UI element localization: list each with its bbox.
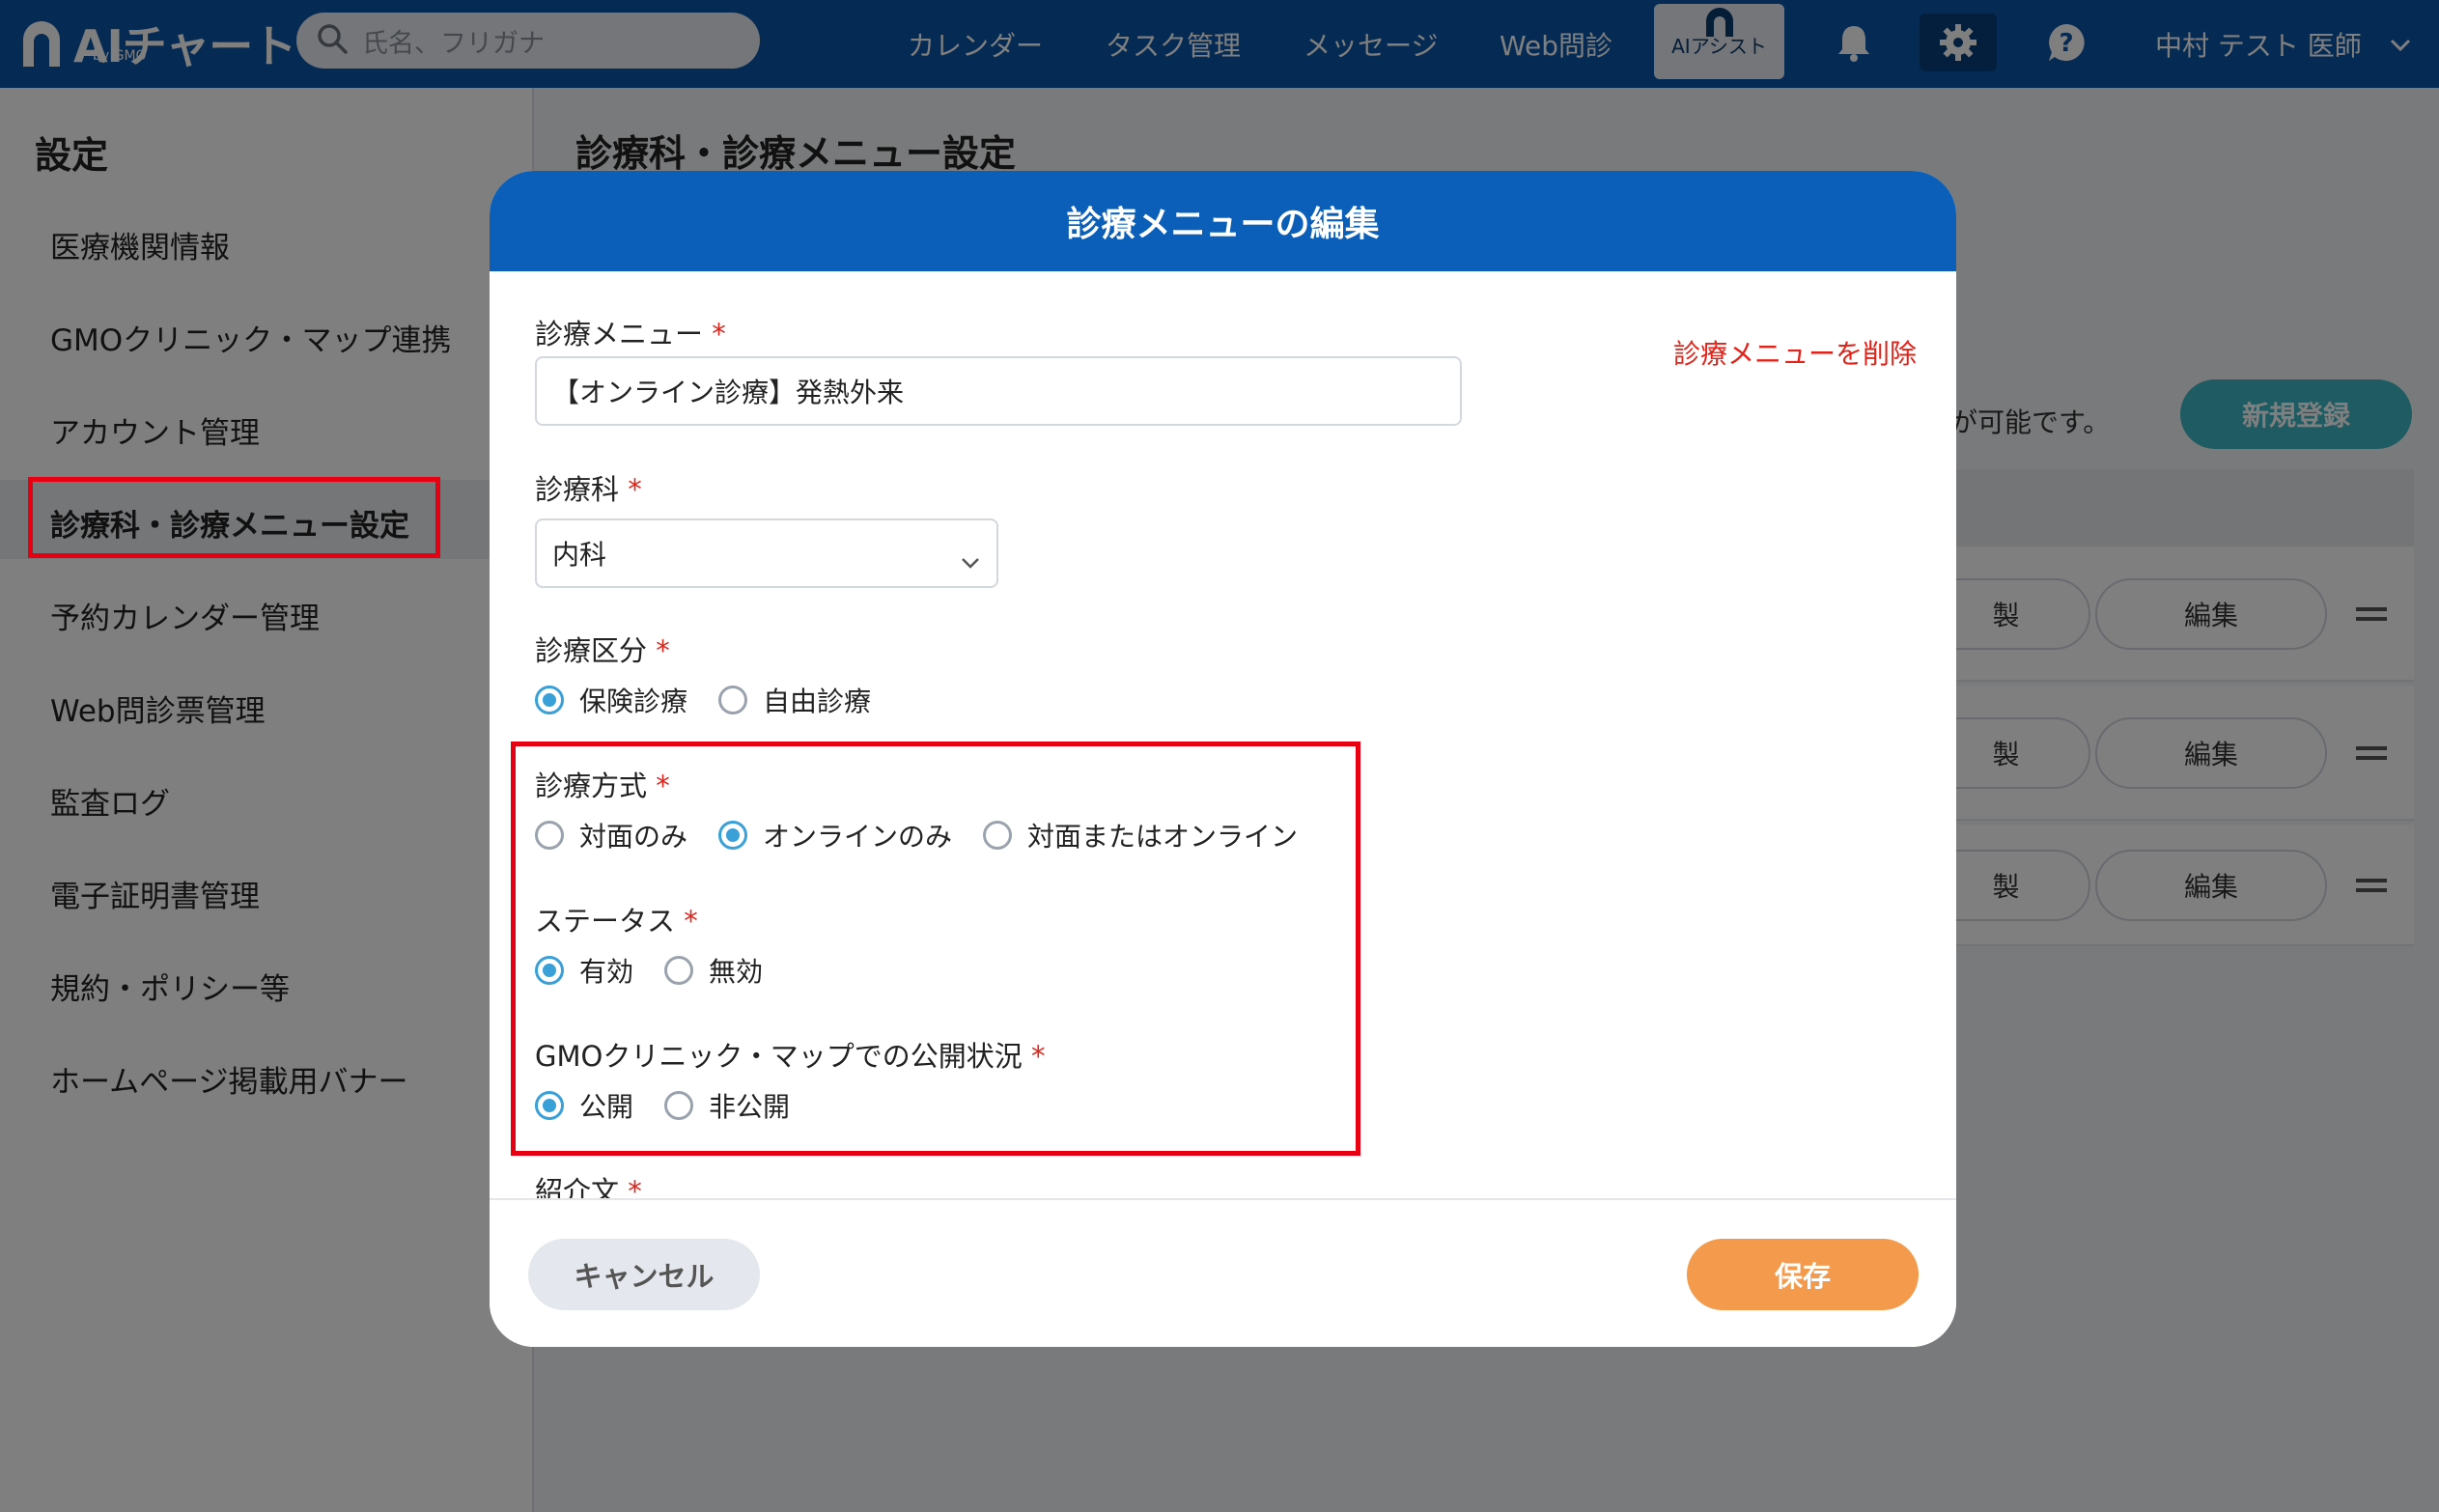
dept-label: 診療科 * [535,467,642,508]
menu-name-input[interactable]: 【オンライン診療】発熱外来 [535,356,1462,426]
cancel-button[interactable]: キャンセル [528,1239,760,1310]
category-option-private[interactable]: 自由診療 [718,681,871,719]
save-button[interactable]: 保存 [1687,1239,1919,1310]
radio-checked-icon[interactable] [535,686,564,714]
dept-select-value: 内科 [552,539,607,571]
modal-footer: キャンセル 保存 [490,1198,1956,1347]
category-option-label: 自由診療 [763,686,872,717]
required-mark: * [712,318,726,350]
chevron-down-icon [960,545,981,576]
category-option-label: 保険診療 [579,686,688,717]
menu-label: 診療メニュー * [535,312,726,352]
dept-label-text: 診療科 [535,473,620,506]
category-option-insurance[interactable]: 保険診療 [535,681,687,719]
dept-select[interactable]: 内科 [535,518,998,588]
edit-menu-modal: 診療メニューの編集 診療メニュー * 診療メニューを削除 【オンライン診療】発熱… [490,171,1956,1347]
category-radio-group: 保険診療 自由診療 [535,681,902,719]
delete-menu-link[interactable]: 診療メニューを削除 [1673,333,1917,372]
annotation-highlight-sidebar-overlay [28,477,440,558]
category-label-text: 診療区分 [535,634,648,667]
annotation-highlight-form [511,742,1360,1156]
category-label: 診療区分 * [535,629,670,669]
modal-title: 診療メニューの編集 [490,171,1956,271]
menu-label-text: 診療メニュー [535,318,704,350]
required-mark: * [628,473,642,506]
required-mark: * [656,634,670,667]
radio-unchecked-icon[interactable] [718,686,748,714]
